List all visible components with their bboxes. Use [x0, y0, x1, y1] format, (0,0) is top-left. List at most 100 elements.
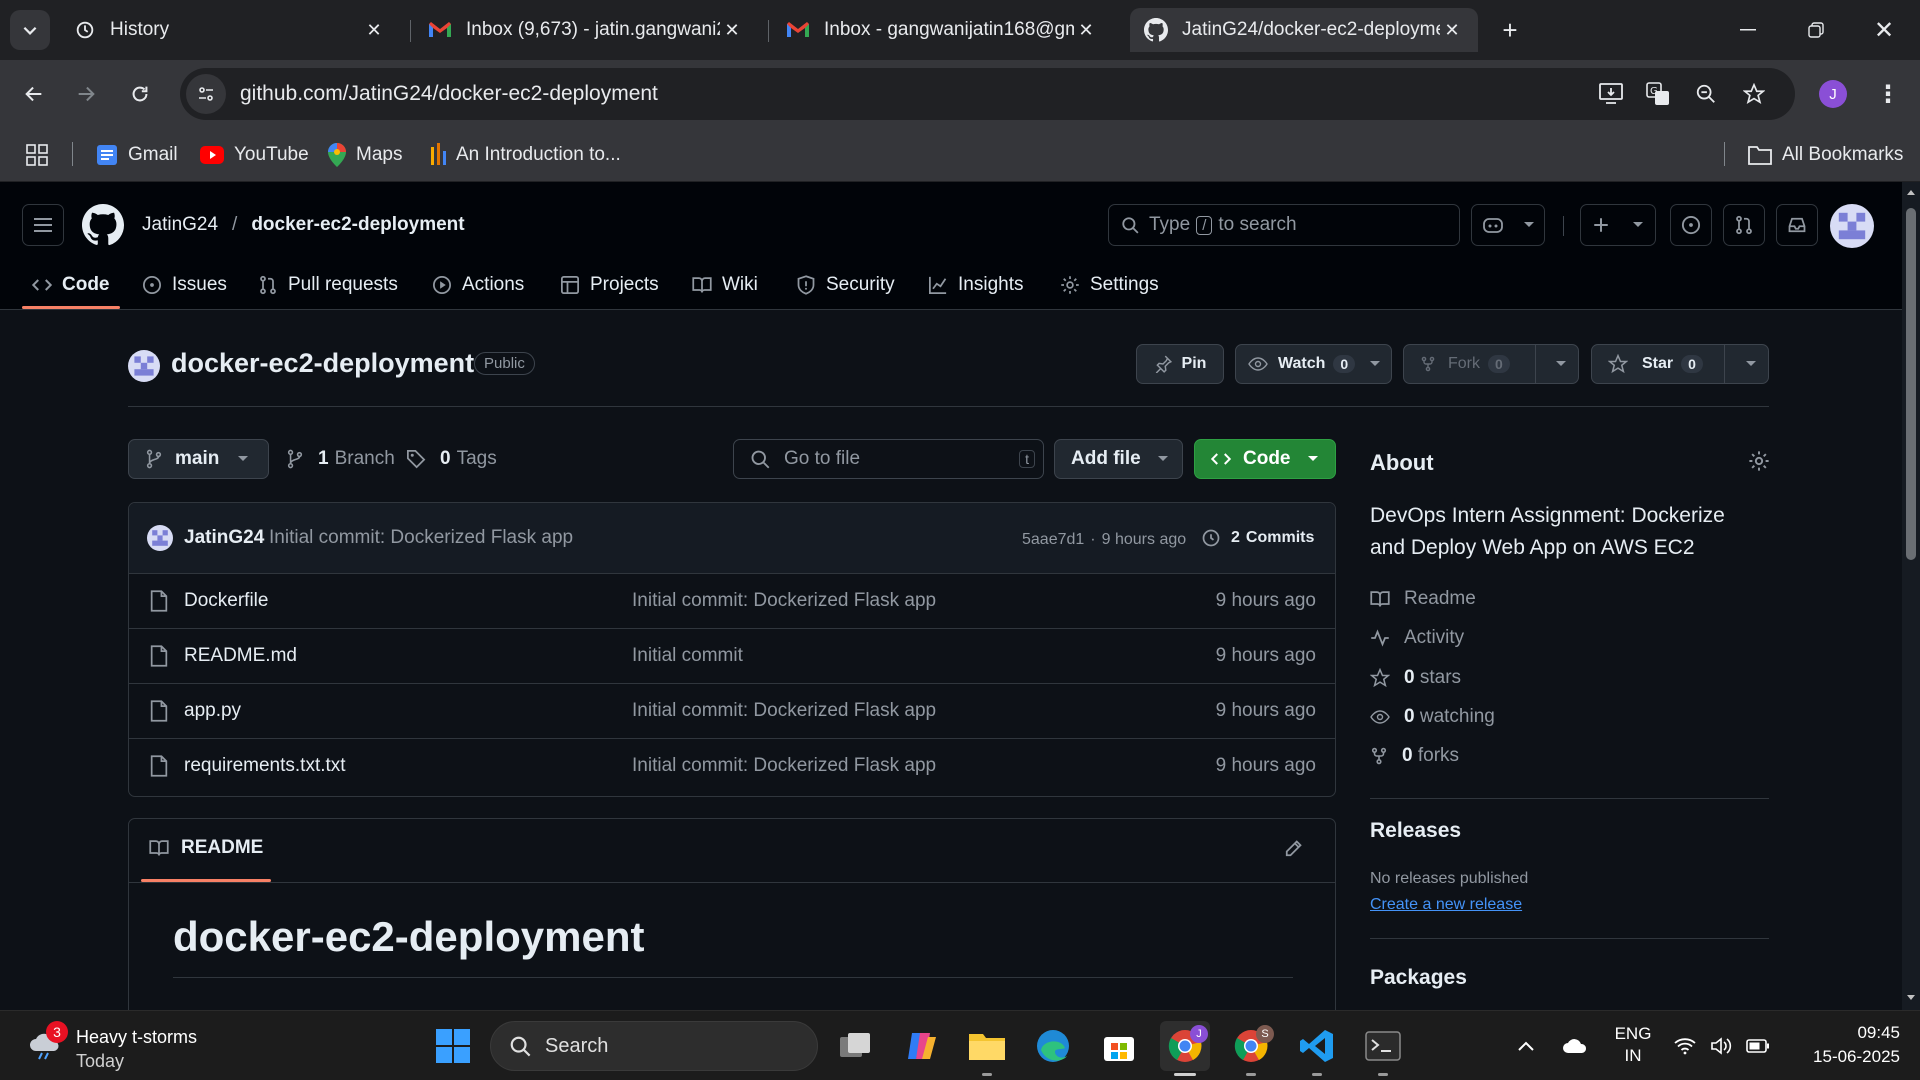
- taskbar-search[interactable]: Search: [490, 1021, 818, 1071]
- all-bookmarks-button[interactable]: All Bookmarks: [1748, 140, 1903, 170]
- scroll-down-icon[interactable]: [1906, 994, 1916, 1002]
- weather-widget[interactable]: 3 Heavy t-storms Today: [24, 1019, 224, 1075]
- restore-button[interactable]: [1794, 12, 1838, 48]
- create-new-button[interactable]: [1580, 204, 1656, 246]
- file-commit-message[interactable]: Initial commit: Dockerized Flask app: [632, 590, 936, 612]
- github-logo[interactable]: [82, 204, 124, 246]
- fork-button[interactable]: Fork 0: [1403, 344, 1579, 384]
- about-forks-link[interactable]: 0 forks: [1370, 745, 1459, 767]
- about-activity-link[interactable]: Activity: [1370, 627, 1464, 649]
- about-watching-link[interactable]: 0 watching: [1370, 706, 1495, 728]
- tab-actions[interactable]: Actions: [432, 264, 524, 306]
- star-button[interactable]: Star 0: [1591, 344, 1769, 384]
- new-tab-button[interactable]: +: [1494, 14, 1526, 46]
- edit-readme-button[interactable]: [1283, 839, 1303, 859]
- pull-requests-header-button[interactable]: [1723, 204, 1765, 246]
- search-input[interactable]: Type / to search: [1108, 204, 1460, 246]
- language-indicator[interactable]: ENG IN: [1608, 1023, 1658, 1067]
- tab-settings[interactable]: Settings: [1060, 264, 1159, 306]
- show-hidden-icons-button[interactable]: [1510, 1033, 1542, 1059]
- file-explorer-button[interactable]: [962, 1021, 1012, 1071]
- bookmark-youtube[interactable]: YouTube: [200, 140, 309, 170]
- site-info-icon[interactable]: [186, 74, 226, 114]
- file-name[interactable]: app.py: [184, 700, 241, 722]
- task-view-button[interactable]: [830, 1021, 880, 1071]
- branch-select-button[interactable]: main: [128, 439, 269, 479]
- tab-github[interactable]: JatinG24/docker-ec2-deployme ✕: [1130, 8, 1478, 52]
- releases-title[interactable]: Releases: [1370, 819, 1461, 843]
- chrome-button-active[interactable]: J: [1160, 1021, 1210, 1071]
- pin-button[interactable]: Pin: [1136, 344, 1224, 384]
- triangle-down-icon[interactable]: [1745, 360, 1757, 368]
- tab-search-button[interactable]: [10, 10, 50, 50]
- issues-header-button[interactable]: [1670, 204, 1712, 246]
- readme-tab[interactable]: README: [149, 837, 263, 859]
- zoom-icon[interactable]: [1690, 78, 1722, 110]
- triangle-down-icon[interactable]: [1555, 360, 1567, 368]
- tags-link[interactable]: 0 Tags: [406, 448, 497, 470]
- minimize-button[interactable]: [1726, 12, 1770, 48]
- table-row[interactable]: requirements.txt.txt Initial commit: Doc…: [128, 738, 1336, 793]
- branches-link[interactable]: 1 Branch: [286, 448, 395, 470]
- install-app-icon[interactable]: [1595, 78, 1627, 110]
- edge-button[interactable]: [1028, 1021, 1078, 1071]
- table-row[interactable]: README.md Initial commit 9 hours ago: [128, 628, 1336, 683]
- watch-button[interactable]: Watch 0: [1235, 344, 1392, 384]
- bookmark-gmail[interactable]: Gmail: [96, 140, 178, 170]
- commit-message[interactable]: Initial commit: Dockerized Flask app: [269, 527, 573, 549]
- inbox-header-button[interactable]: [1776, 204, 1818, 246]
- table-row[interactable]: Dockerfile Initial commit: Dockerized Fl…: [128, 573, 1336, 628]
- close-window-button[interactable]: ✕: [1862, 12, 1906, 48]
- scrollbar-thumb[interactable]: [1906, 208, 1916, 560]
- tab-insights[interactable]: Insights: [928, 264, 1023, 306]
- clock[interactable]: 09:45 15-06-2025: [1790, 1021, 1900, 1069]
- quick-settings-button[interactable]: [1674, 1031, 1774, 1061]
- bookmark-star-icon[interactable]: [1738, 78, 1770, 110]
- about-stars-link[interactable]: 0 stars: [1370, 667, 1461, 689]
- vscode-button[interactable]: [1292, 1021, 1342, 1071]
- forward-button[interactable]: [66, 74, 106, 114]
- file-commit-message[interactable]: Initial commit: Dockerized Flask app: [632, 755, 936, 777]
- copilot-taskbar-button[interactable]: [896, 1021, 946, 1071]
- file-name[interactable]: requirements.txt.txt: [184, 755, 346, 777]
- author-avatar[interactable]: [147, 525, 173, 551]
- terminal-button[interactable]: [1358, 1021, 1408, 1071]
- hamburger-menu-button[interactable]: [22, 204, 64, 246]
- file-commit-message[interactable]: Initial commit: Dockerized Flask app: [632, 700, 936, 722]
- close-icon[interactable]: ✕: [1440, 18, 1464, 42]
- close-icon[interactable]: ✕: [1074, 18, 1098, 42]
- copilot-button[interactable]: [1471, 204, 1545, 246]
- code-button[interactable]: Code: [1194, 439, 1336, 479]
- table-row[interactable]: app.py Initial commit: Dockerized Flask …: [128, 683, 1336, 738]
- add-file-button[interactable]: Add file: [1054, 439, 1183, 479]
- about-settings-button[interactable]: [1748, 450, 1770, 472]
- start-button[interactable]: [428, 1021, 478, 1071]
- user-avatar[interactable]: [1830, 204, 1874, 248]
- go-to-file-input[interactable]: Go to file t: [733, 439, 1044, 479]
- commit-hash[interactable]: 5aae7d1: [1022, 531, 1084, 549]
- menu-kebab-icon[interactable]: ⋮: [1872, 78, 1904, 110]
- breadcrumb-repo[interactable]: docker-ec2-deployment: [251, 214, 464, 236]
- close-icon[interactable]: ✕: [362, 18, 386, 42]
- triangle-down-icon[interactable]: [1369, 360, 1381, 368]
- tab-wiki[interactable]: Wiki: [692, 264, 758, 306]
- reload-button[interactable]: [120, 74, 160, 114]
- about-readme-link[interactable]: Readme: [1370, 588, 1476, 610]
- address-bar[interactable]: github.com/JatinG24/docker-ec2-deploymen…: [180, 68, 1795, 120]
- tab-gmail-2[interactable]: Inbox - gangwanijatin168@gma ✕: [772, 8, 1112, 52]
- file-name[interactable]: Dockerfile: [184, 590, 268, 612]
- breadcrumb-owner[interactable]: JatinG24: [142, 214, 218, 236]
- create-release-link[interactable]: Create a new release: [1370, 896, 1522, 914]
- bookmark-maps[interactable]: Maps: [328, 140, 402, 170]
- close-icon[interactable]: ✕: [720, 18, 744, 42]
- url-text[interactable]: github.com/JatinG24/docker-ec2-deploymen…: [240, 82, 658, 106]
- commits-link[interactable]: 2 Commits: [1201, 528, 1314, 548]
- back-button[interactable]: [14, 74, 54, 114]
- file-name[interactable]: README.md: [184, 645, 297, 667]
- tab-gmail-1[interactable]: Inbox (9,673) - jatin.gangwani2 ✕: [414, 8, 758, 52]
- tab-code[interactable]: Code: [32, 264, 110, 306]
- onedrive-button[interactable]: [1558, 1033, 1592, 1059]
- store-button[interactable]: [1094, 1021, 1144, 1071]
- translate-icon[interactable]: G: [1642, 78, 1674, 110]
- page-scrollbar[interactable]: [1902, 182, 1920, 1010]
